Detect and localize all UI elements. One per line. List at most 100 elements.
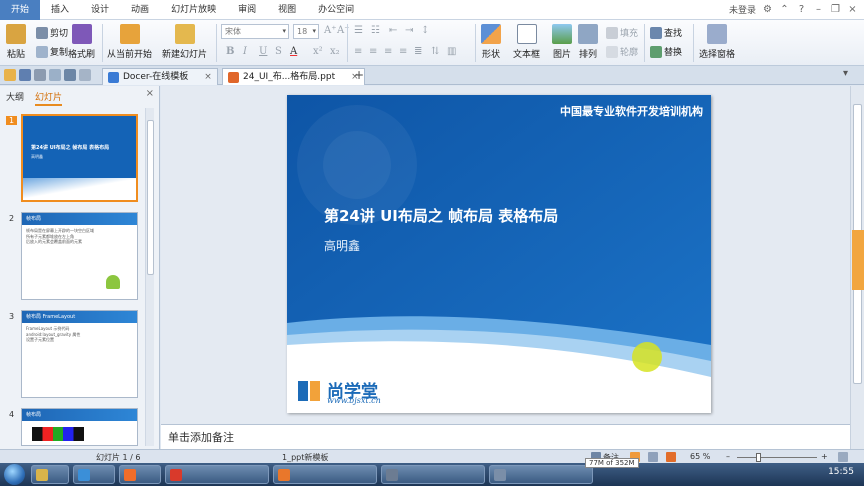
format-painter-button[interactable]: 格式刷 [68, 24, 95, 60]
taskbar-app[interactable] [165, 465, 269, 484]
font-size-select[interactable]: 18 ▾ [293, 24, 319, 39]
slide-header-text[interactable]: 中国最专业软件开发培训机构 [560, 103, 703, 119]
open-icon[interactable] [4, 69, 16, 81]
taskbar-app[interactable] [119, 465, 161, 484]
menu-tab-design[interactable]: 设计 [80, 0, 120, 20]
slide-thumbnail-2[interactable]: 帧布局 帧布局是在屏幕上开辟的一块空白区域 所有子元素都堆放在左上角 后放入的元… [21, 212, 138, 300]
notes-area[interactable]: 单击添加备注 [161, 424, 850, 449]
zoom-level[interactable]: 65 % [690, 452, 710, 461]
play-from-current-button[interactable]: 从当前开始 [107, 24, 152, 60]
redo-icon[interactable] [79, 69, 91, 81]
minimize-icon[interactable]: – [813, 4, 824, 15]
new-slide-button[interactable]: 新建幻灯片 [162, 24, 207, 60]
copy-button[interactable]: 复制 [36, 45, 68, 58]
bullet-list-icon[interactable]: ☰ [354, 25, 363, 36]
text-direction-icon[interactable]: ⇅ [431, 46, 439, 57]
font-color-icon[interactable]: A [290, 46, 297, 57]
cut-button[interactable]: 剪切 [36, 26, 68, 39]
restore-icon[interactable]: ❐ [830, 4, 841, 15]
numbered-list-icon[interactable]: ☷ [371, 25, 380, 36]
taskbar-app[interactable] [31, 465, 69, 484]
thumb-title: 帧布局 [22, 409, 137, 421]
close-icon[interactable]: × [847, 4, 858, 15]
notes-placeholder: 单击添加备注 [168, 431, 234, 444]
menu-tab-review[interactable]: 审阅 [227, 0, 267, 20]
slideshow-icon[interactable] [666, 452, 676, 462]
line-spacing-icon[interactable]: ↕ [421, 25, 429, 36]
start-button[interactable] [4, 464, 25, 485]
align-left-icon[interactable]: ≡ [354, 46, 362, 57]
skin-icon[interactable]: ⚙ [762, 4, 773, 15]
login-status[interactable]: 未登录 [729, 3, 756, 16]
decrease-indent-icon[interactable]: ⇤ [389, 25, 397, 36]
zoom-out-icon[interactable]: – [726, 452, 730, 461]
slide-sorter-icon[interactable] [648, 452, 658, 462]
close-tab-icon[interactable]: × [204, 72, 212, 82]
taskbar-app[interactable] [381, 465, 485, 484]
taskbar-app[interactable] [73, 465, 115, 484]
print-icon[interactable] [34, 69, 46, 81]
superscript-icon[interactable]: x² [313, 46, 323, 57]
tab-menu-icon[interactable]: ▾ [843, 68, 848, 79]
collapse-icon[interactable]: ⌃ [779, 4, 790, 15]
replace-button[interactable]: 替换 [650, 45, 682, 58]
textbox-button[interactable]: 文本框 [513, 24, 540, 60]
outline-button[interactable]: 轮廓 [606, 45, 638, 58]
menu-tab-view[interactable]: 视图 [267, 0, 307, 20]
grow-font-icon[interactable]: A⁺ [324, 25, 337, 36]
new-tab-icon[interactable]: + [354, 68, 364, 82]
slide-counter: 幻灯片 1 / 6 [96, 453, 141, 462]
zoom-slider-knob[interactable] [756, 453, 761, 462]
tab-slides[interactable]: 幻灯片 [35, 90, 63, 106]
underline-icon[interactable]: U [259, 46, 267, 57]
slide-thumbnail-1[interactable]: 第24讲 UI布局之 帧布局 表格布局 高明鑫 [21, 114, 138, 202]
menu-tab-home[interactable]: 开始 [0, 0, 41, 20]
picture-button[interactable]: 图片 [552, 24, 572, 60]
menu-tab-animation[interactable]: 动画 [120, 0, 160, 20]
menu-tab-office-space[interactable]: 办公空间 [307, 0, 365, 20]
slides-panel-scrollbar[interactable] [145, 108, 154, 446]
system-clock[interactable]: 15:55 [828, 467, 854, 477]
arrange-button[interactable]: 排列 [578, 24, 598, 60]
slide-thumbnail-4[interactable]: 帧布局 [21, 408, 138, 446]
shape-button[interactable]: 形状 [481, 24, 501, 60]
menu-tab-insert[interactable]: 插入 [40, 0, 80, 20]
template-name: 1_ppt新模板 [282, 453, 329, 462]
slide-thumbnail-3[interactable]: 帧布局 FrameLayout FrameLayout 示例代码 android… [21, 310, 138, 398]
shadow-icon[interactable]: S [275, 46, 282, 57]
slide-title[interactable]: 第24讲 UI布局之 帧布局 表格布局 [324, 205, 558, 226]
justify-icon[interactable]: ≡ [399, 46, 407, 57]
align-right-icon[interactable]: ≡ [384, 46, 392, 57]
zoom-in-icon[interactable]: + [821, 452, 828, 461]
close-panel-icon[interactable]: × [146, 88, 154, 99]
paste-button[interactable]: 粘贴 [6, 24, 26, 60]
align-center-icon[interactable]: ≡ [369, 46, 377, 57]
tab-docer[interactable]: Docer-在线模板 × [102, 68, 218, 85]
columns-icon[interactable]: ▥ [447, 46, 456, 57]
tab-presentation-file[interactable]: 24_UI_布...格布局.ppt × [222, 68, 365, 85]
help-icon[interactable]: ? [796, 4, 807, 15]
italic-icon[interactable]: I [243, 46, 247, 57]
distribute-icon[interactable]: ≣ [414, 46, 422, 57]
find-button[interactable]: 查找 [650, 26, 682, 39]
app-icon [278, 469, 290, 481]
increase-indent-icon[interactable]: ⇥ [405, 25, 413, 36]
tab-outline[interactable]: 大纲 [6, 90, 24, 103]
fit-window-icon[interactable] [838, 452, 848, 462]
print-preview-icon[interactable] [49, 69, 61, 81]
save-icon[interactable] [19, 69, 31, 81]
slide-subtitle[interactable]: 高明鑫 [324, 237, 360, 254]
outline-icon [606, 45, 618, 58]
scrollbar-thumb[interactable] [147, 120, 154, 275]
subscript-icon[interactable]: x₂ [330, 46, 340, 57]
font-name-select[interactable]: 宋体 ▾ [221, 24, 289, 39]
taskbar-app[interactable] [489, 465, 593, 484]
current-slide[interactable]: 中国最专业软件开发培训机构 第24讲 UI布局之 帧布局 表格布局 高明鑫 尚学… [287, 95, 711, 413]
select-pane-button[interactable]: 选择窗格 [699, 24, 735, 60]
taskbar-app[interactable] [273, 465, 377, 484]
undo-icon[interactable] [64, 69, 76, 81]
fill-button[interactable]: 填充 [606, 26, 638, 39]
bold-icon[interactable]: B [226, 46, 234, 57]
menu-tab-slideshow[interactable]: 幻灯片放映 [160, 0, 227, 20]
zoom-slider[interactable] [737, 457, 817, 458]
